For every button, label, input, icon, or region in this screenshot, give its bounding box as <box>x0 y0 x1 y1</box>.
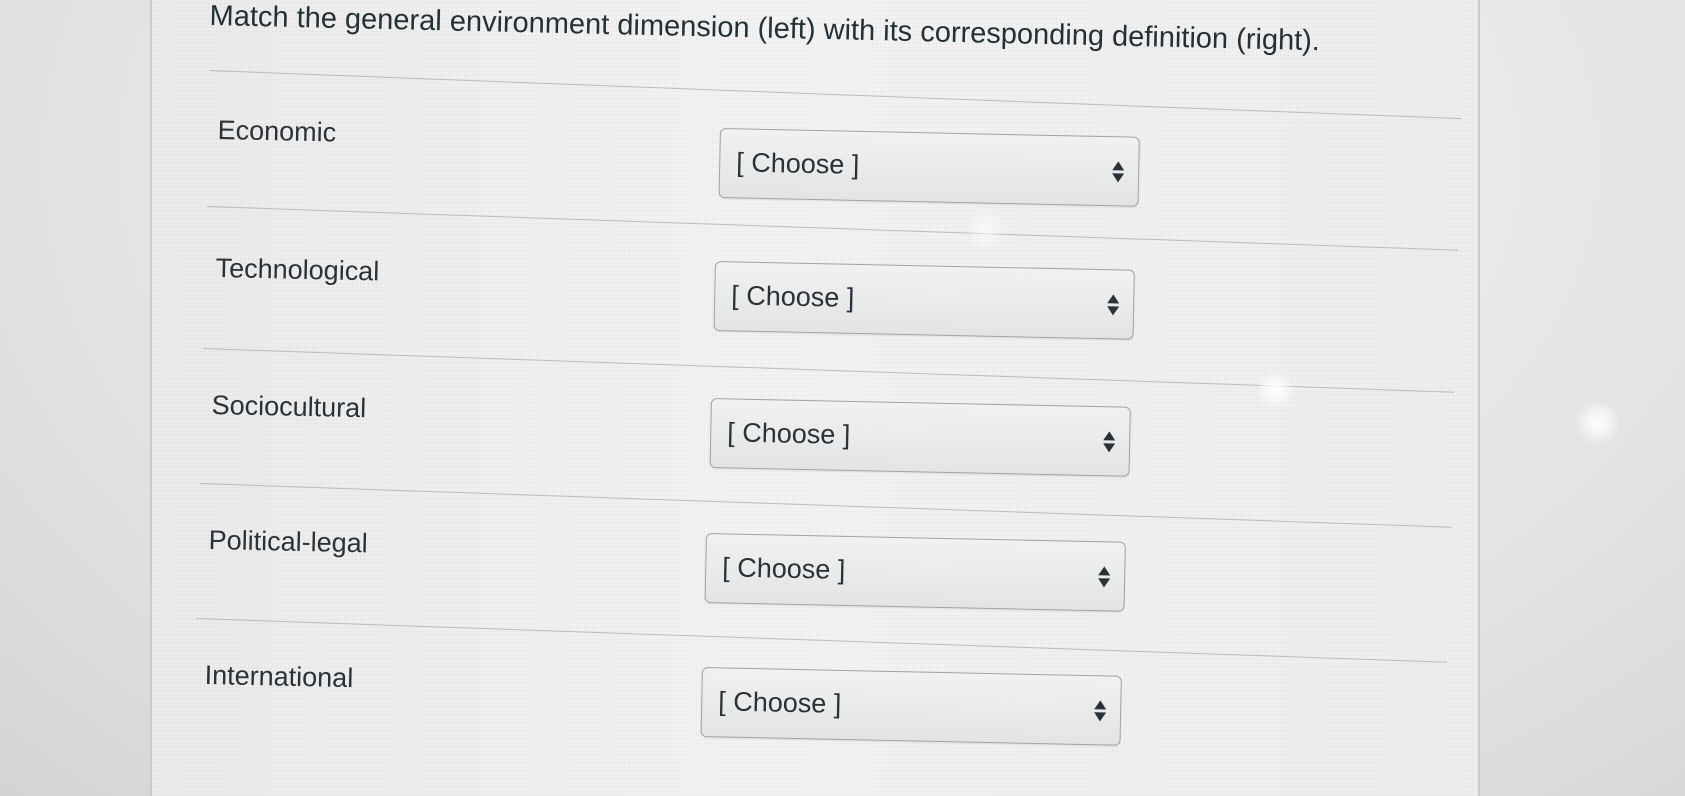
up-down-arrows-icon <box>1102 429 1118 457</box>
up-down-arrows-icon <box>1097 564 1113 592</box>
row-label-sociocultural: Sociocultural <box>211 390 367 424</box>
screen-glare <box>965 210 1005 250</box>
select-international[interactable]: [ Choose ] <box>700 667 1122 746</box>
select-sociocultural[interactable]: [ Choose ] <box>709 398 1131 477</box>
select-value: [ Choose ] <box>730 280 855 313</box>
select-value: [ Choose ] <box>735 147 860 180</box>
divider <box>199 483 1452 528</box>
select-technological[interactable]: [ Choose ] <box>713 261 1135 340</box>
select-value: [ Choose ] <box>717 686 842 719</box>
divider <box>209 70 1462 120</box>
screen-glare <box>1255 370 1295 410</box>
up-down-arrows-icon <box>1093 698 1109 726</box>
screen-glare <box>1575 400 1621 446</box>
row-label-technological: Technological <box>215 253 380 287</box>
select-value: [ Choose ] <box>721 552 846 585</box>
row-label-international: International <box>204 660 354 694</box>
up-down-arrows-icon <box>1111 159 1127 187</box>
select-political-legal[interactable]: [ Choose ] <box>704 533 1126 612</box>
matching-rows: Economic [ Choose ] Technological [ Choo… <box>0 0 1685 796</box>
select-economic[interactable]: [ Choose ] <box>718 128 1140 207</box>
select-value: [ Choose ] <box>726 417 851 450</box>
divider <box>195 618 1448 663</box>
row-label-political-legal: Political-legal <box>208 525 369 559</box>
up-down-arrows-icon <box>1106 292 1122 320</box>
row-label-economic: Economic <box>217 115 337 148</box>
divider <box>206 206 1459 251</box>
